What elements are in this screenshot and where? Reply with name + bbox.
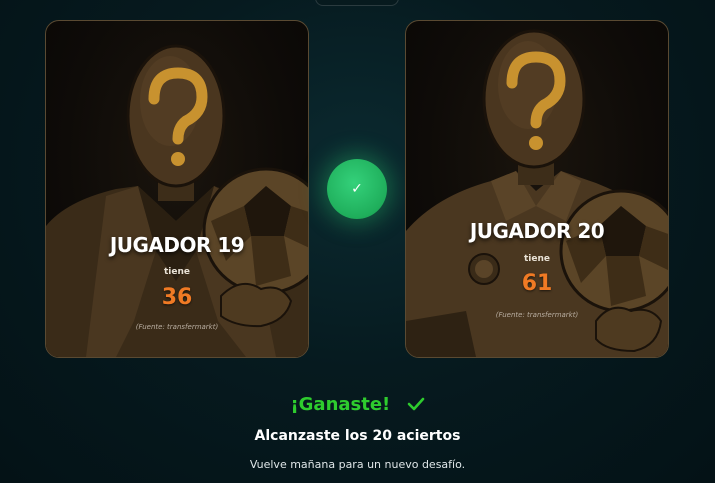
check-icon: ✓ bbox=[327, 159, 387, 219]
come-back-note: Vuelve mañana para un nuevo desafío. bbox=[249, 458, 466, 471]
player-value: 36 bbox=[161, 285, 193, 310]
has-label: tiene bbox=[163, 267, 190, 277]
player-name: JUGADOR 20 bbox=[469, 219, 605, 243]
player-card-right[interactable]: JUGADOR 20 tiene 61 (Fuente: transfermar… bbox=[405, 20, 669, 358]
check-icon bbox=[407, 397, 424, 411]
player-value: 61 bbox=[521, 271, 553, 296]
result-title-text: ¡Ganaste! bbox=[290, 394, 391, 415]
top-tab bbox=[315, 0, 399, 6]
mystery-player-silhouette bbox=[406, 29, 668, 357]
has-label: tiene bbox=[523, 254, 550, 264]
source-label: (Fuente: transfermarkt) bbox=[135, 323, 219, 331]
result-title: ¡Ganaste! bbox=[0, 394, 715, 415]
player-card-left[interactable]: JUGADOR 19 tiene 36 (Fuente: transfermar… bbox=[45, 20, 309, 358]
source-label: (Fuente: transfermarkt) bbox=[495, 311, 579, 319]
streak-text: Alcanzaste los 20 aciertos bbox=[254, 428, 461, 444]
player-name: JUGADOR 19 bbox=[109, 233, 245, 257]
